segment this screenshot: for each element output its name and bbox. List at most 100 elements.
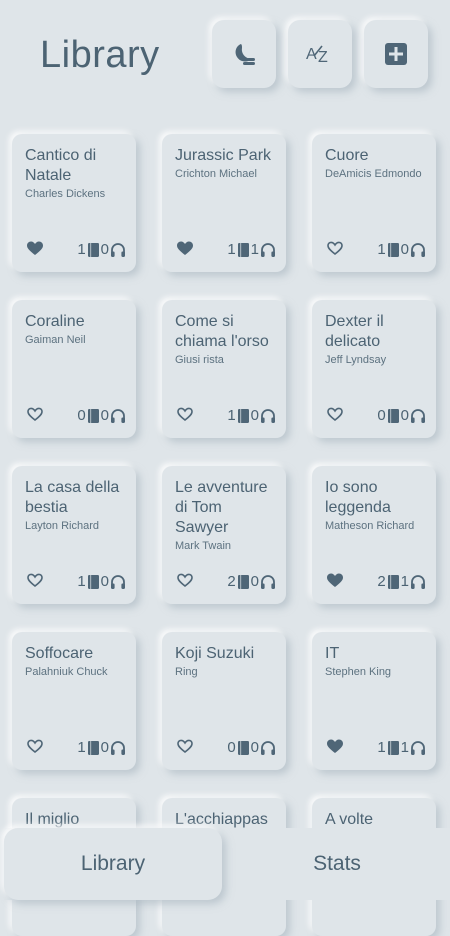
ebook-icon <box>87 242 99 257</box>
copy-counts: 00 <box>227 739 276 756</box>
book-title-text: A volte <box>325 811 374 828</box>
audiobook-count: 0 <box>250 407 259 424</box>
tab-stats[interactable]: Stats <box>228 828 446 900</box>
ebook-icon <box>87 408 99 423</box>
headphones-icon <box>111 574 125 589</box>
audiobook-count: 0 <box>100 573 109 590</box>
book-grid: Cantico di Natale Charles Dickens 1 0 Jurass… <box>0 0 450 936</box>
book-author: Layton Richard <box>25 520 99 532</box>
book-author: Gaiman Neil <box>25 334 86 346</box>
heart-outline-icon[interactable] <box>326 406 344 422</box>
ebook-icon <box>87 740 99 755</box>
book-card[interactable]: Io sono leggenda Matheson Richard 2 1 <box>312 466 436 604</box>
book-card[interactable]: Come si chiama l'orso Giusi rista 1 0 <box>162 300 286 438</box>
ebook-icon <box>387 408 399 423</box>
book-card[interactable]: Cuore DeAmicis Edmondo 1 0 <box>312 134 436 272</box>
bottom-navigation: Library Stats <box>0 828 450 900</box>
book-title-text: L'acchiappas <box>175 811 268 828</box>
headphones-icon <box>261 574 275 589</box>
headphones-icon <box>411 242 425 257</box>
heart-outline-icon[interactable] <box>26 406 44 422</box>
book-author: Stephen King <box>325 666 392 678</box>
ebook-icon <box>237 574 249 589</box>
book-title-text: Le avventure di Tom Sawyer <box>175 479 268 536</box>
tab-library[interactable]: Library <box>4 828 222 900</box>
book-author: Matheson Richard <box>325 520 415 532</box>
book-title-text: Koji Suzuki <box>175 645 255 662</box>
ebook-icon <box>387 574 399 589</box>
book-title-text: Io sono leggenda <box>325 479 391 516</box>
ebook-count: 1 <box>77 241 86 258</box>
book-title: IT Stephen King <box>325 644 429 680</box>
ebook-count: 1 <box>377 739 386 756</box>
copy-counts: 11 <box>227 241 276 258</box>
audiobook-count: 1 <box>400 739 409 756</box>
heart-outline-icon[interactable] <box>26 738 44 754</box>
heart-outline-icon[interactable] <box>326 240 344 256</box>
book-title: Dexter il delicato Jeff Lyndsay <box>325 312 429 368</box>
copy-counts: 21 <box>377 573 426 590</box>
heart-outline-icon[interactable] <box>176 738 194 754</box>
ebook-count: 0 <box>227 739 236 756</box>
copy-counts: 10 <box>377 241 426 258</box>
book-card[interactable]: IT Stephen King 1 1 <box>312 632 436 770</box>
book-title: Cuore DeAmicis Edmondo <box>325 146 429 182</box>
book-card[interactable]: Soffocare Palahniuk Chuck 1 0 <box>12 632 136 770</box>
ebook-icon <box>387 242 399 257</box>
book-author: Giusi rista <box>175 354 224 366</box>
book-author: Ring <box>175 666 198 678</box>
book-title-text: Soffocare <box>25 645 94 662</box>
audiobook-count: 1 <box>400 573 409 590</box>
copy-counts: 00 <box>77 407 126 424</box>
heart-outline-icon[interactable] <box>26 572 44 588</box>
book-title: Come si chiama l'orso Giusi rista <box>175 312 279 368</box>
book-title: Coraline Gaiman Neil <box>25 312 129 348</box>
book-title-text: Il miglio <box>25 811 80 828</box>
heart-filled-icon[interactable] <box>26 240 44 256</box>
ebook-count: 2 <box>377 573 386 590</box>
book-title: La casa della bestia Layton Richard <box>25 478 129 534</box>
book-card[interactable]: Dexter il delicato Jeff Lyndsay 0 0 <box>312 300 436 438</box>
heart-outline-icon[interactable] <box>176 572 194 588</box>
ebook-count: 1 <box>227 241 236 258</box>
book-title-text: Jurassic Park <box>175 147 272 164</box>
headphones-icon <box>111 408 125 423</box>
book-title-text: Cantico di Natale <box>25 147 97 184</box>
book-title: Soffocare Palahniuk Chuck <box>25 644 129 680</box>
book-author: Palahniuk Chuck <box>25 666 108 678</box>
copy-counts: 10 <box>77 739 126 756</box>
copy-counts: 10 <box>77 241 126 258</box>
ebook-icon <box>237 740 249 755</box>
copy-counts: 10 <box>227 407 276 424</box>
book-author: DeAmicis Edmondo <box>325 168 422 180</box>
audiobook-count: 0 <box>250 739 259 756</box>
book-title: Koji Suzuki Ring <box>175 644 279 680</box>
ebook-icon <box>237 242 249 257</box>
ebook-count: 1 <box>227 407 236 424</box>
book-title-text: Dexter il delicato <box>325 313 384 350</box>
heart-filled-icon[interactable] <box>176 240 194 256</box>
ebook-count: 0 <box>377 407 386 424</box>
heart-filled-icon[interactable] <box>326 572 344 588</box>
book-card[interactable]: Jurassic Park Crichton Michael 1 1 <box>162 134 286 272</box>
book-card[interactable]: Koji Suzuki Ring 0 0 <box>162 632 286 770</box>
book-card[interactable]: La casa della bestia Layton Richard 1 0 <box>12 466 136 604</box>
book-title: Io sono leggenda Matheson Richard <box>325 478 429 534</box>
headphones-icon <box>111 242 125 257</box>
ebook-count: 1 <box>77 573 86 590</box>
book-card[interactable]: Cantico di Natale Charles Dickens 1 0 <box>12 134 136 272</box>
heart-outline-icon[interactable] <box>176 406 194 422</box>
audiobook-count: 0 <box>400 241 409 258</box>
book-card[interactable]: Le avventure di Tom Sawyer Mark Twain 2 0 <box>162 466 286 604</box>
book-card[interactable]: Coraline Gaiman Neil 0 0 <box>12 300 136 438</box>
ebook-count: 1 <box>77 739 86 756</box>
headphones-icon <box>411 740 425 755</box>
book-title-text: Cuore <box>325 147 369 164</box>
book-author: Charles Dickens <box>25 188 106 200</box>
audiobook-count: 0 <box>250 573 259 590</box>
heart-filled-icon[interactable] <box>326 738 344 754</box>
audiobook-count: 0 <box>100 241 109 258</box>
ebook-icon <box>237 408 249 423</box>
ebook-icon <box>387 740 399 755</box>
headphones-icon <box>261 740 275 755</box>
